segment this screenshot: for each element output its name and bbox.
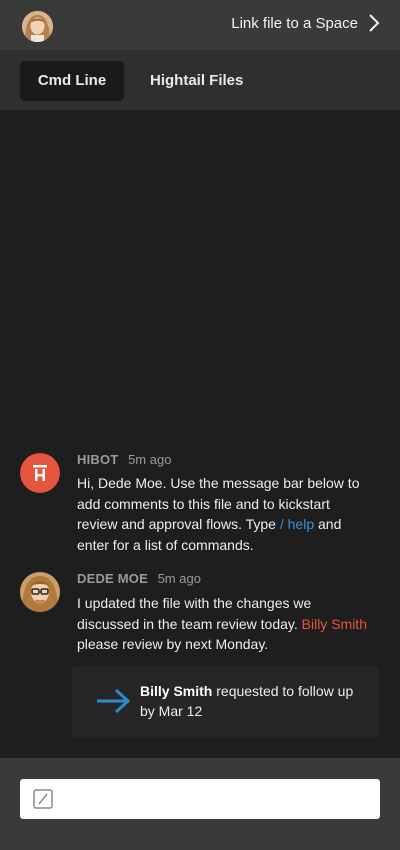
message-thread	[0, 110, 400, 758]
message-input[interactable]	[64, 779, 368, 821]
followup-text: Billy Smith requested to follow up by Ma…	[140, 681, 360, 721]
message-input-box[interactable]	[20, 779, 380, 821]
hibot-avatar	[20, 453, 60, 493]
message-meta: DEDE MOE 5m ago	[77, 571, 201, 586]
message-time: 5m ago	[128, 452, 172, 467]
message-meta: HIBOT 5m ago	[77, 452, 171, 467]
mention-billy-smith[interactable]: Billy Smith	[302, 616, 367, 632]
link-file-label: Link file to a Space	[231, 14, 358, 32]
dede-moe-avatar-image	[20, 572, 60, 612]
tab-cmd-line[interactable]: Cmd Line	[20, 61, 124, 101]
message-text-part: I updated the file with the changes we d…	[77, 595, 312, 632]
message-text: I updated the file with the changes we d…	[77, 593, 367, 655]
tab-hightail-files[interactable]: Hightail Files	[150, 61, 243, 101]
message-text-part: please review by next Monday.	[77, 636, 269, 652]
message-time: 5m ago	[157, 571, 201, 586]
followup-card[interactable]: Billy Smith requested to follow up by Ma…	[72, 666, 379, 738]
link-file-to-space-button[interactable]: Link file to a Space	[231, 13, 380, 33]
help-command-link[interactable]: / help	[280, 516, 314, 532]
user-avatar-image	[22, 11, 53, 42]
followup-user-name: Billy Smith	[140, 683, 213, 699]
sender-name: HIBOT	[77, 452, 119, 467]
hibot-logo-icon	[20, 453, 60, 493]
tabs-bar: Cmd Line Hightail Files	[0, 50, 400, 111]
user-avatar[interactable]	[22, 11, 53, 42]
top-bar: Link file to a Space	[0, 0, 400, 50]
sender-name: DEDE MOE	[77, 571, 148, 586]
message-text: Hi, Dede Moe. Use the message bar below …	[77, 473, 367, 555]
slash-command-icon[interactable]	[33, 789, 53, 809]
chevron-right-icon	[369, 14, 380, 32]
dede-moe-avatar	[20, 572, 60, 612]
composer-bar	[0, 758, 400, 850]
arrow-right-icon	[97, 688, 130, 714]
